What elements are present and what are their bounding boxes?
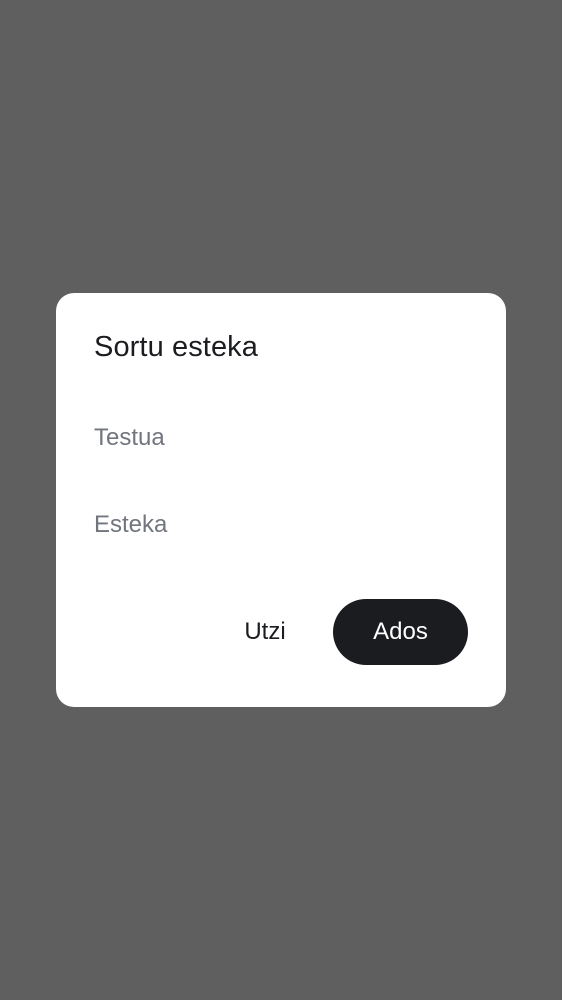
create-link-dialog: Sortu esteka Utzi Ados xyxy=(56,293,506,707)
link-text-input[interactable] xyxy=(94,414,468,462)
ok-button[interactable]: Ados xyxy=(333,599,468,665)
dialog-title: Sortu esteka xyxy=(94,331,259,363)
cancel-button[interactable]: Utzi xyxy=(217,599,313,665)
dialog-actions: Utzi Ados xyxy=(217,599,468,665)
link-url-input[interactable] xyxy=(94,501,468,549)
